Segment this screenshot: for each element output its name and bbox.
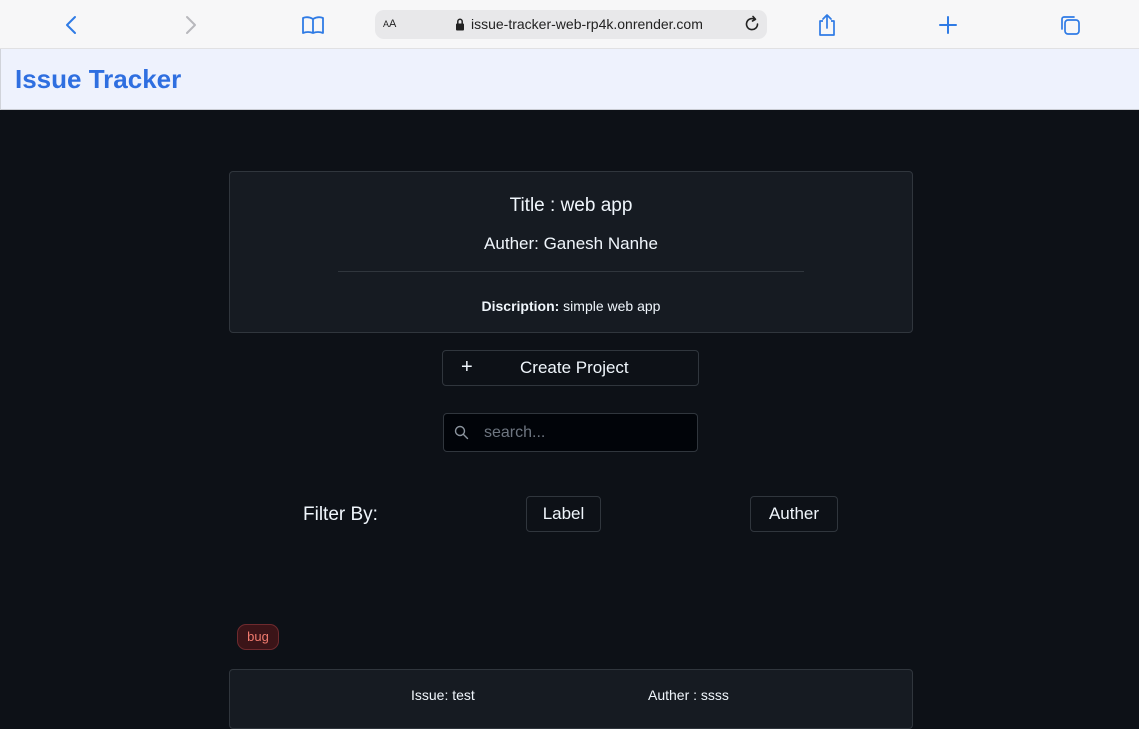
issue-name: Issue: test <box>411 687 475 703</box>
address-bar[interactable]: AA issue-tracker-web-rp4k.onrender.com <box>375 10 767 39</box>
project-card: Title : web app Auther: Ganesh Nanhe Dis… <box>229 171 913 333</box>
project-title: Title : web app <box>509 195 633 216</box>
filter-author-button[interactable]: Auther <box>750 496 838 532</box>
bookmarks-icon[interactable] <box>298 10 328 40</box>
share-icon[interactable] <box>812 10 842 40</box>
search-input[interactable] <box>480 414 695 451</box>
filter-label: Filter By: <box>303 504 378 525</box>
project-author: Auther: Ganesh Nanhe <box>484 234 658 253</box>
issue-author: Auther : ssss <box>648 687 729 703</box>
lock-icon <box>455 18 465 36</box>
description-label: Discription: <box>481 298 560 314</box>
back-icon[interactable] <box>56 10 86 40</box>
browser-toolbar: AA issue-tracker-web-rp4k.onrender.com <box>0 0 1139 49</box>
forward-icon[interactable] <box>176 10 206 40</box>
tabs-icon[interactable] <box>1055 10 1085 40</box>
project-description: Discription: simple web app <box>230 298 912 314</box>
main-content: Title : web app Auther: Ganesh Nanhe Dis… <box>0 110 1139 729</box>
url-text[interactable]: issue-tracker-web-rp4k.onrender.com <box>471 16 703 32</box>
issue-card[interactable]: Issue: test Auther : ssss <box>229 669 913 729</box>
search-icon <box>454 425 469 445</box>
filter-label-button[interactable]: Label <box>526 496 601 532</box>
app-title[interactable]: Issue Tracker <box>15 64 181 95</box>
create-project-label: Create Project <box>520 358 629 377</box>
search-box[interactable] <box>443 413 698 452</box>
description-value: simple web app <box>559 298 661 314</box>
plus-icon: + <box>461 356 473 378</box>
divider <box>338 271 804 272</box>
new-tab-icon[interactable] <box>933 10 963 40</box>
create-project-button[interactable]: + Create Project <box>442 350 699 386</box>
text-size-button[interactable]: AA <box>383 18 396 30</box>
app-header: Issue Tracker <box>0 49 1139 110</box>
issue-label-badge[interactable]: bug <box>237 624 279 650</box>
reload-icon[interactable] <box>743 15 761 38</box>
